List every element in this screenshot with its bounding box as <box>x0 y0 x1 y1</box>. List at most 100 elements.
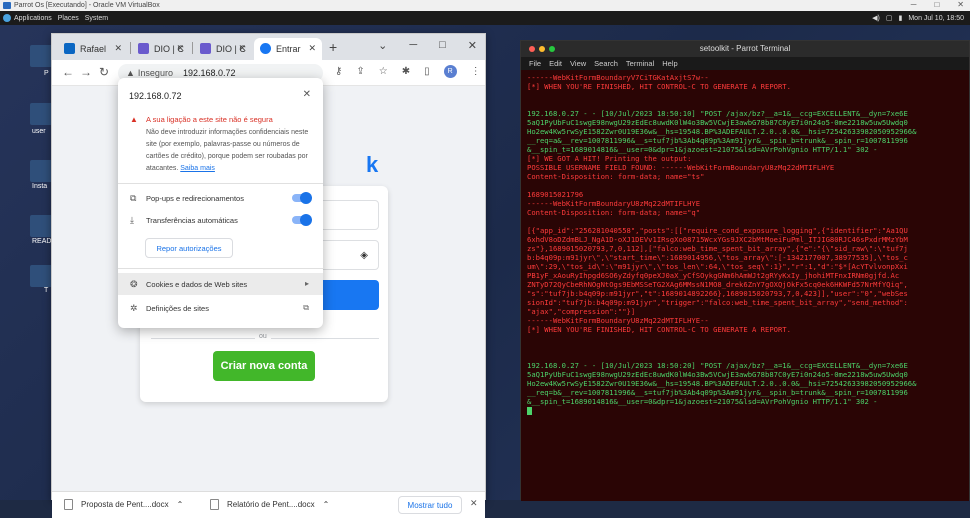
popups-toggle[interactable] <box>292 192 312 204</box>
clock[interactable]: Mon Jul 10, 18:50 <box>908 15 964 22</box>
terminal-line: &__spin_t=1689014816&__user=0&dpr=1&jazo… <box>527 397 878 406</box>
terminal-menu-help[interactable]: Help <box>662 59 677 68</box>
close-dot-icon[interactable] <box>529 46 535 52</box>
terminal-line: 5aQ1PyUbFuC1swgE98nwgU29zEdEc8uwdK0lW4o3… <box>527 118 908 127</box>
close-tab-icon[interactable]: ✕ <box>308 43 316 54</box>
menu-places[interactable]: Places <box>58 15 79 22</box>
download-item[interactable]: Proposta de Pent....docx ⌃ <box>64 499 183 510</box>
minimize-button[interactable]: ─ <box>911 0 917 9</box>
learn-more-link[interactable]: Saiba mais <box>180 165 215 172</box>
window-minimize-icon[interactable]: ─ <box>409 39 417 52</box>
terminal-line: &__spin_t=1689014816&__user=0&dpr=1&jazo… <box>527 145 878 154</box>
or-label: ou <box>255 333 271 340</box>
forward-button[interactable]: → <box>80 65 92 79</box>
menu-kebab-icon[interactable]: ⋮ <box>471 66 481 77</box>
terminal-line: 5aQ1PyUbFuC1swgE98nwgU29zEdEc8uwdK0lW4o3… <box>527 370 908 379</box>
terminal-line: b:b4q09p:m91jyr\",\"start_time\":1689014… <box>527 253 908 262</box>
popups-label: Pop-ups e redirecionamentos <box>146 193 244 203</box>
maximize-dot-icon[interactable] <box>549 46 555 52</box>
reset-permissions-button[interactable]: Repor autorizações <box>145 238 233 258</box>
cookies-label: Cookies e dados de Web sites <box>146 279 248 289</box>
terminal-line: Ho2ew4Kw5rwSyE1582Zwr0U19E36w&__hs=19548… <box>527 379 917 388</box>
terminal-menu-file[interactable]: File <box>529 59 541 68</box>
terminal-output[interactable]: ------WebKitFormBoundaryV7CiTGKatAxjtS7w… <box>521 70 969 501</box>
close-popup-icon[interactable]: ✕ <box>303 89 311 100</box>
not-secure-chip[interactable]: ▲ Inseguro <box>118 68 173 78</box>
terminal-line: __req=b&__rev=1007811996&__s=tuf7jb%3Ab4… <box>527 388 908 397</box>
warning-body: Não deve introduzir informações confiden… <box>146 127 314 175</box>
side-panel-icon[interactable]: ▯ <box>424 66 430 77</box>
terminal-line: um\":29,\"tos_id\":\"m91jyr\",\"tos_len\… <box>527 262 908 271</box>
warning-triangle-icon: ▲ <box>126 68 135 78</box>
site-settings-row[interactable]: ✲ Definições de sites <box>130 300 209 316</box>
document-icon <box>210 499 219 510</box>
reload-button[interactable]: ↻ <box>99 65 109 79</box>
download-item[interactable]: Relatório de Pent....docx ⌃ <box>210 499 329 510</box>
tab-facebook-active[interactable]: Entrar ✕ <box>254 38 322 60</box>
profile-avatar[interactable]: R <box>443 65 457 78</box>
terminal-line: ------WebKitFormBoundaryU8zMq22dMTIFLHYE… <box>527 316 709 325</box>
eye-slash-icon[interactable]: ◈ <box>360 250 368 261</box>
tab-dio-2[interactable]: DIO | C ✕ <box>194 38 252 60</box>
close-tab-icon[interactable]: ✕ <box>238 43 246 54</box>
close-tab-icon[interactable]: ✕ <box>114 43 122 54</box>
terminal-line: zs"},1689015020793,7,0,112],["falco:web_… <box>527 244 908 253</box>
terminal-line: 6xhdV8oDZdmBLJ_NgA1D-oXJ1DEVv1IRsgXo0871… <box>527 235 908 244</box>
new-tab-button[interactable]: + <box>329 39 337 55</box>
tab-dio-1[interactable]: DIO | C ✕ <box>132 38 190 60</box>
tab-linkedin[interactable]: Rafael ✕ <box>58 38 128 60</box>
menu-applications[interactable]: Applications <box>14 15 52 22</box>
key-icon[interactable]: ⚷ <box>335 66 342 77</box>
network-icon[interactable]: ▢ <box>886 14 893 22</box>
restore-button[interactable]: □ <box>934 0 939 9</box>
window-close-icon[interactable]: ✕ <box>468 39 477 52</box>
close-button[interactable]: ✕ <box>957 0 964 9</box>
document-icon <box>64 499 73 510</box>
terminal-line: "s":"tuf7jb:b4q09p:m91jyr","t":168901489… <box>527 289 908 298</box>
dio-icon <box>200 43 211 54</box>
not-secure-label: Inseguro <box>137 68 173 78</box>
terminal-title: setoolkit - Parrot Terminal <box>699 44 791 53</box>
gear-icon: ✲ <box>130 302 138 313</box>
desktop-label: T <box>44 287 49 294</box>
share-icon[interactable]: ⇪ <box>356 66 364 77</box>
battery-icon[interactable]: ▮ <box>898 14 902 22</box>
menu-system[interactable]: System <box>85 15 108 22</box>
terminal-menu-search[interactable]: Search <box>594 59 618 68</box>
terminal-line: ------WebKitFormBoundaryU8zMq22dMTIFLHYE <box>527 199 701 208</box>
parrot-logo-icon[interactable] <box>3 14 11 22</box>
volume-icon[interactable]: ◀) <box>872 14 880 22</box>
back-button[interactable]: ← <box>62 65 74 79</box>
terminal-line: 192.168.0.27 - - [10/Jul/2023 18:50:20] … <box>527 361 908 370</box>
cookies-row[interactable]: ❂ Cookies e dados de Web sites <box>130 276 247 292</box>
close-tab-icon[interactable]: ✕ <box>176 43 184 54</box>
virtualbox-titlebar: Parrot Os [Executando] - Oracle VM Virtu… <box>0 0 970 11</box>
terminal-menu-edit[interactable]: Edit <box>549 59 562 68</box>
create-account-button[interactable]: Criar nova conta <box>213 351 315 381</box>
tab-search-icon[interactable]: ⌄ <box>378 39 387 52</box>
terminal-window: setoolkit - Parrot Terminal File Edit Vi… <box>520 40 970 501</box>
bookmark-star-icon[interactable]: ☆ <box>379 66 388 77</box>
chevron-up-icon[interactable]: ⌃ <box>177 500 184 509</box>
terminal-line: [*] WHEN YOU'RE FINISHED, HIT CONTROL-C … <box>527 82 791 91</box>
tab-label: Entrar <box>276 44 301 54</box>
show-all-downloads-button[interactable]: Mostrar tudo <box>398 496 462 514</box>
minimize-dot-icon[interactable] <box>539 46 545 52</box>
terminal-line: 1689015021796 <box>527 190 584 199</box>
downloads-toggle[interactable] <box>292 214 312 226</box>
facebook-logo-fragment: k <box>366 152 379 177</box>
warning-body-text: Não deve introduzir informações confiden… <box>146 129 309 172</box>
desktop-top-panel: Applications Places System ◀) ▢ ▮ Mon Ju… <box>0 11 970 25</box>
chevron-up-icon[interactable]: ⌃ <box>323 500 330 509</box>
separator <box>118 268 323 269</box>
terminal-menu-view[interactable]: View <box>570 59 586 68</box>
terminal-menu-terminal[interactable]: Terminal <box>626 59 654 68</box>
window-maximize-icon[interactable]: □ <box>439 39 446 52</box>
extensions-icon[interactable]: ✱ <box>402 66 410 77</box>
desktop-label: user <box>32 128 46 135</box>
url-text[interactable]: 192.168.0.72 <box>173 68 236 78</box>
download-icon: ⤓ <box>130 214 134 225</box>
